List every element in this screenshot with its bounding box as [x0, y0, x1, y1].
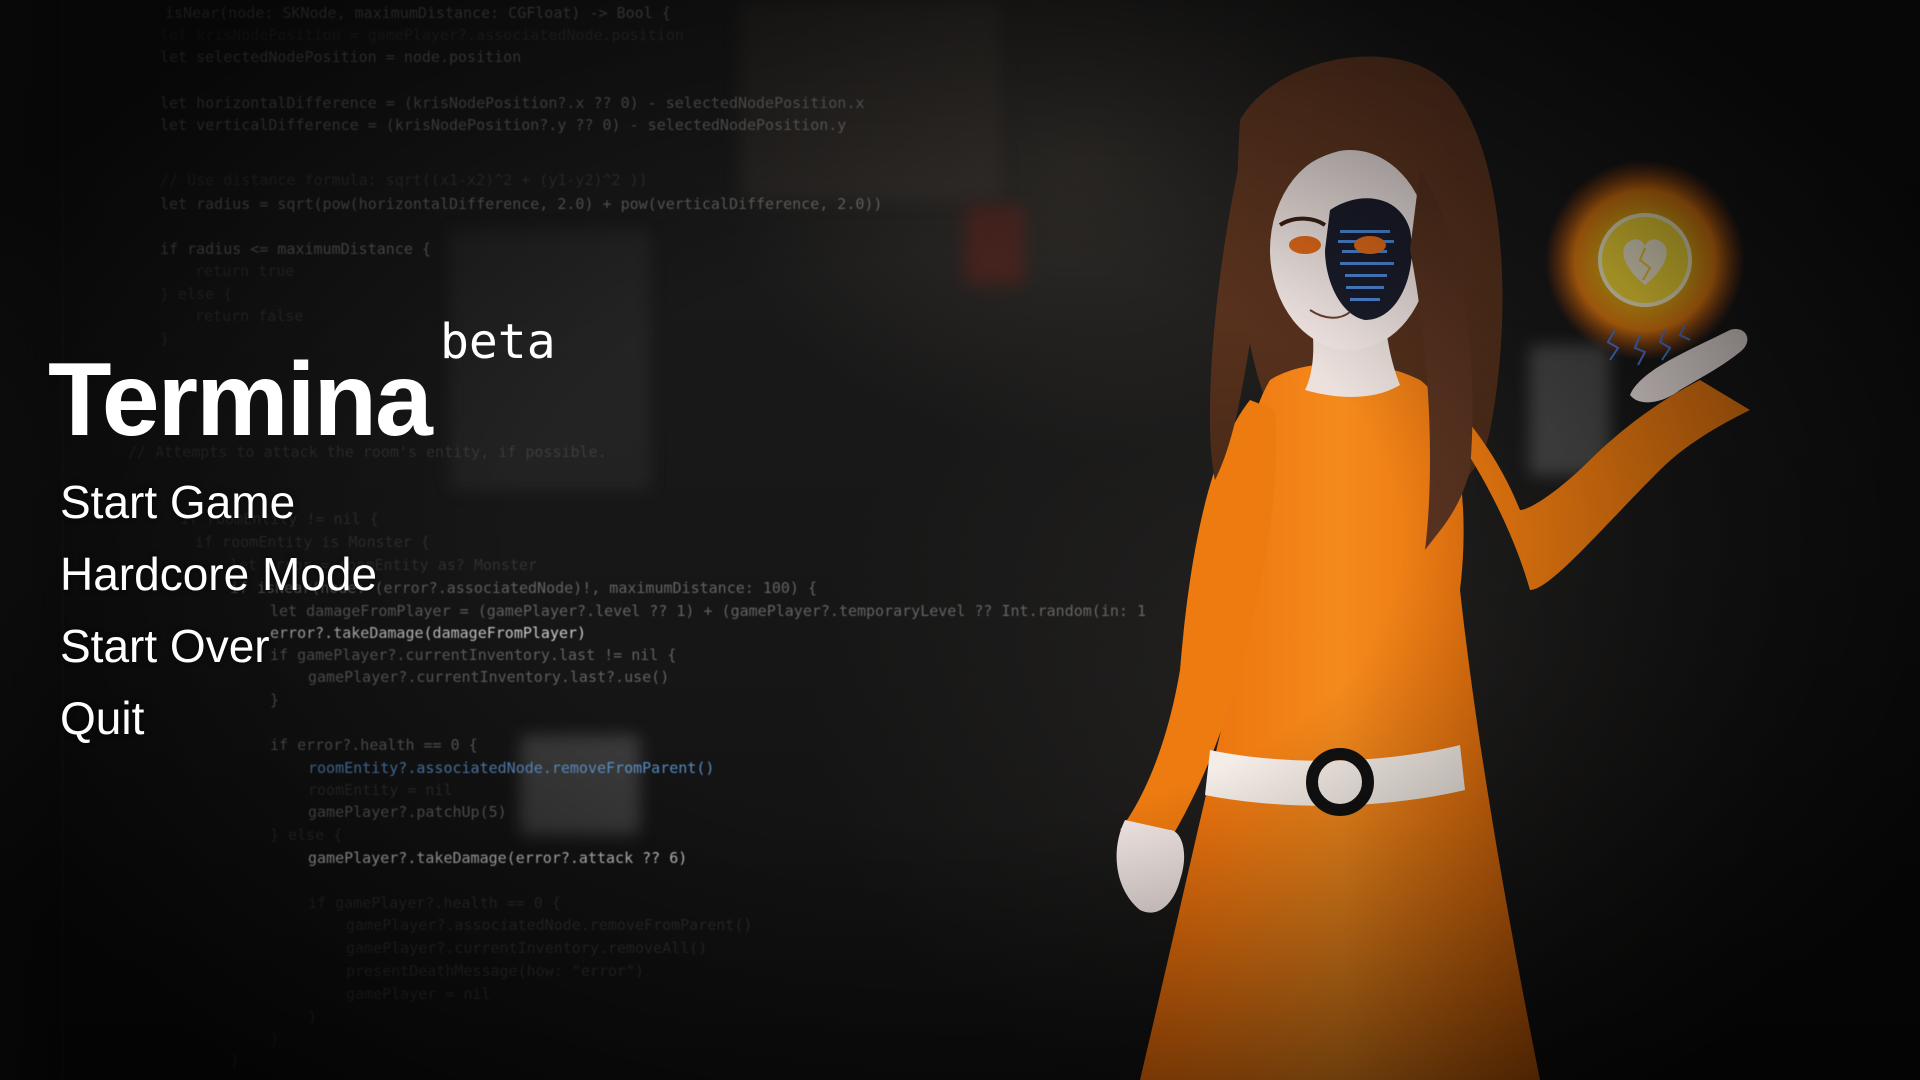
code-line: let radius = sqrt(pow(horizontalDifferen…: [160, 195, 883, 213]
start-over-button[interactable]: Start Over: [60, 618, 377, 674]
code-line: presentDeathMessage(how: "error"): [346, 962, 645, 980]
quit-button[interactable]: Quit: [60, 690, 377, 746]
code-line: }: [230, 1052, 240, 1070]
code-line: isNear(node: SKNode, maximumDistance: CG…: [165, 4, 671, 22]
code-line: if gamePlayer?.health == 0 {: [308, 894, 561, 912]
code-line: gamePlayer?.takeDamage(error?.attack ?? …: [308, 849, 688, 867]
game-title: Termina: [48, 342, 433, 458]
code-gutter: [0, 0, 63, 1080]
code-line: let damageFromPlayer = (gamePlayer?.leve…: [270, 602, 1146, 620]
code-line: let horizontalDifference = (krisNodePosi…: [160, 94, 865, 112]
code-line: if radius <= maximumDistance {: [160, 240, 431, 258]
code-line: } else {: [160, 285, 233, 303]
code-line: return true: [195, 262, 295, 280]
code-line: roomEntity?.associatedNode.removeFromPar…: [308, 759, 715, 777]
title-screen: isNear(node: SKNode, maximumDistance: CG…: [0, 0, 1920, 1080]
right-eye: [1354, 236, 1386, 254]
code-line: return false: [195, 307, 304, 325]
beta-badge: beta: [440, 314, 556, 370]
hardcore-mode-button[interactable]: Hardcore Mode: [60, 546, 377, 602]
code-line: let selectedNodePosition = node.position: [160, 48, 522, 66]
code-line: } else {: [270, 826, 343, 844]
character-illustration: [1116, 56, 1750, 1080]
code-line: gamePlayer?.currentInventory.removeAll(): [346, 939, 708, 957]
code-line: }: [270, 1030, 280, 1048]
code-line: gamePlayer?.associatedNode.removeFromPar…: [346, 916, 753, 934]
main-menu: Start Game Hardcore Mode Start Over Quit: [60, 474, 377, 746]
code-line: let verticalDifference = (krisNodePositi…: [160, 116, 847, 134]
left-hand: [1116, 820, 1185, 913]
code-line: gamePlayer?.patchUp(5): [308, 803, 507, 821]
code-line: gamePlayer = nil: [346, 985, 491, 1003]
code-line: // Use distance formula: sqrt((x1-x2)^2 …: [160, 171, 648, 189]
code-line: roomEntity = nil: [308, 781, 453, 799]
code-line: }: [308, 1008, 318, 1026]
left-eye: [1289, 236, 1321, 254]
code-line: let krisNodePosition = gamePlayer?.assoc…: [160, 26, 684, 44]
start-game-button[interactable]: Start Game: [60, 474, 377, 530]
